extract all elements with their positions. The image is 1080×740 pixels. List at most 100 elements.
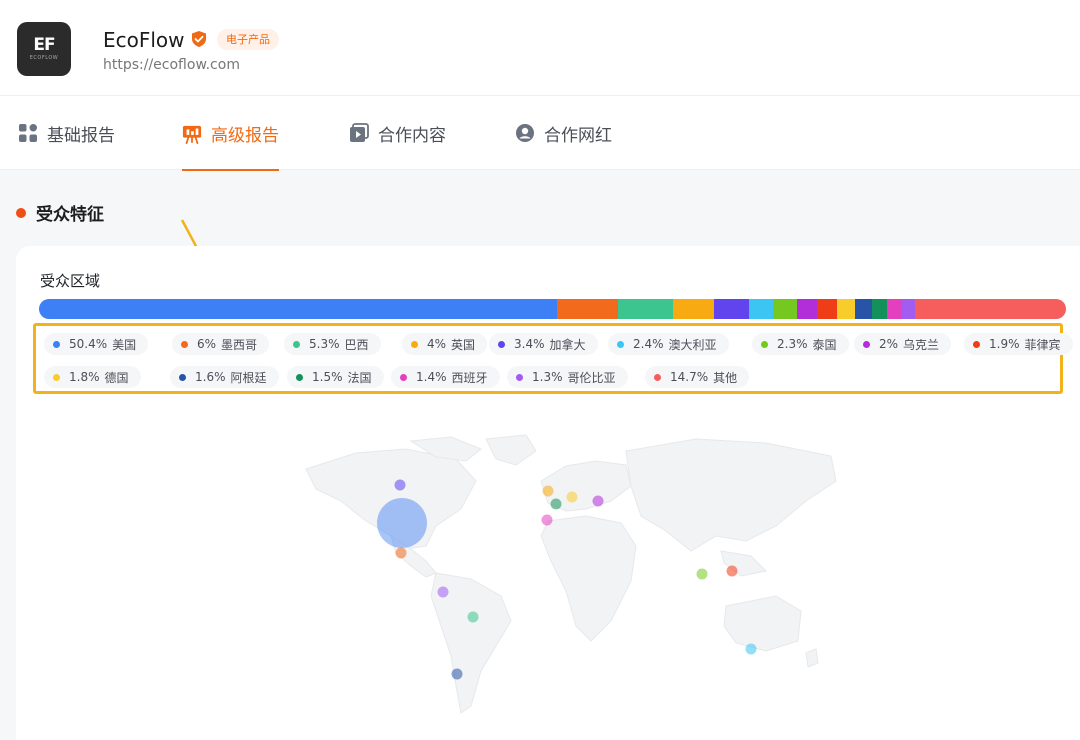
legend-percent: 1.6%: [195, 370, 226, 384]
legend-chip[interactable]: 5.3% 巴西: [284, 333, 381, 355]
map-bubble[interactable]: [377, 498, 427, 548]
legend-percent: 2%: [879, 337, 899, 351]
legend-percent: 1.9%: [989, 337, 1020, 351]
legend-percent: 1.3%: [532, 370, 563, 384]
legend-color-dot: [761, 340, 768, 348]
legend-country: 英国: [451, 337, 476, 352]
bar-segment[interactable]: [855, 299, 872, 319]
legend-country: 巴西: [344, 337, 369, 352]
bar-segment[interactable]: [618, 299, 673, 319]
legend-country: 德国: [104, 370, 129, 385]
tab-collab-content[interactable]: 合作内容: [349, 96, 446, 170]
bar-segment[interactable]: [556, 299, 619, 319]
verified-badge-icon: [192, 31, 206, 47]
legend-color-dot: [53, 340, 60, 348]
map-bubble[interactable]: [745, 643, 757, 655]
legend-chip[interactable]: 1.5% 法国: [287, 366, 384, 388]
legend-highlight-box: 50.4% 美国 6% 墨西哥 5.3% 巴西 4% 英国 3.4% 加拿大 2.4% 澳大利亚 2.3…: [33, 323, 1073, 394]
section-title: 受众特征: [16, 200, 104, 225]
category-tag: 电子产品: [217, 29, 279, 50]
legend-color-dot: [53, 373, 60, 381]
legend-chip[interactable]: 2.4% 澳大利亚: [608, 333, 729, 355]
bar-segment[interactable]: [871, 299, 888, 319]
brand-url[interactable]: https://ecoflow.com: [103, 57, 240, 73]
legend-color-dot: [516, 373, 523, 381]
bar-segment[interactable]: [796, 299, 818, 319]
legend-percent: 2.3%: [777, 337, 808, 351]
legend-country: 菲律宾: [1024, 337, 1061, 352]
bar-segment[interactable]: [713, 299, 749, 319]
video-icon: [349, 123, 369, 143]
map-bubble[interactable]: [542, 485, 554, 497]
legend-chip[interactable]: 4% 英国: [402, 333, 488, 355]
legend-country: 美国: [112, 337, 137, 352]
legend-country: 阿根廷: [230, 370, 267, 385]
legend-chip[interactable]: 50.4% 美国: [44, 333, 149, 355]
bar-segment[interactable]: [887, 299, 902, 319]
report-tabs: 基础报告 高级报告 合作内容 合作网红: [0, 95, 1080, 171]
legend-percent: 1.5%: [312, 370, 343, 384]
legend-country: 墨西哥: [221, 337, 258, 352]
tab-label: 基础报告: [47, 125, 115, 146]
legend-country: 其他: [713, 370, 738, 385]
tab-advanced-report[interactable]: 高级报告: [182, 96, 279, 171]
legend-country: 法国: [347, 370, 372, 385]
map-bubble[interactable]: [437, 586, 449, 598]
world-map: [305, 434, 837, 714]
legend-chip[interactable]: 1.3% 哥伦比亚: [507, 366, 628, 388]
logo-mark: EF: [33, 35, 55, 55]
bar-segment[interactable]: [836, 299, 856, 319]
legend-percent: 1.4%: [416, 370, 447, 384]
bar-segment[interactable]: [773, 299, 797, 319]
legend-percent: 6%: [197, 337, 217, 351]
legend-chip[interactable]: 3.4% 加拿大: [489, 333, 598, 355]
legend-country: 乌克兰: [903, 337, 940, 352]
presentation-icon: [182, 123, 202, 144]
map-bubble[interactable]: [395, 547, 407, 559]
tab-label: 合作内容: [378, 125, 446, 146]
legend-color-dot: [400, 373, 407, 381]
map-bubble[interactable]: [550, 498, 562, 510]
brand-header: EF ECOFLOW EcoFlow 电子产品 https://ecoflow.…: [0, 0, 1080, 95]
legend-color-dot: [181, 340, 188, 348]
legend-percent: 3.4%: [514, 337, 545, 351]
map-bubble[interactable]: [467, 611, 479, 623]
legend-color-dot: [973, 340, 980, 348]
bar-segment[interactable]: [748, 299, 774, 319]
map-bubble[interactable]: [394, 479, 406, 491]
legend-chip[interactable]: 1.8% 德国: [44, 366, 141, 388]
tab-collab-influencers[interactable]: 合作网红: [515, 96, 612, 170]
legend-chip[interactable]: 1.9% 菲律宾: [964, 333, 1073, 355]
legend-country: 澳大利亚: [668, 337, 717, 352]
map-bubble[interactable]: [592, 495, 604, 507]
legend-color-dot: [293, 340, 300, 348]
map-bubble[interactable]: [541, 514, 553, 526]
audience-stacked-bar: [39, 299, 1066, 319]
map-bubble[interactable]: [696, 568, 708, 580]
tab-basic-report[interactable]: 基础报告: [18, 96, 115, 170]
legend-chip[interactable]: 2% 乌克兰: [854, 333, 952, 355]
legend-color-dot: [411, 340, 418, 348]
legend-chip[interactable]: 2.3% 泰国: [752, 333, 849, 355]
legend-chip[interactable]: 14.7% 其他: [645, 366, 750, 388]
bar-segment[interactable]: [914, 299, 1066, 319]
legend-color-dot: [179, 373, 186, 381]
bar-segment[interactable]: [901, 299, 915, 319]
section-title-text: 受众特征: [36, 205, 104, 225]
legend-percent: 50.4%: [69, 337, 108, 351]
legend-chip[interactable]: 1.4% 西班牙: [391, 366, 500, 388]
legend-country: 哥伦比亚: [567, 370, 616, 385]
legend-color-dot: [863, 340, 870, 348]
map-bubble[interactable]: [566, 491, 578, 503]
legend-chip[interactable]: 1.6% 阿根廷: [170, 366, 279, 388]
bar-segment[interactable]: [672, 299, 714, 319]
legend-country: 加拿大: [549, 337, 586, 352]
bar-segment[interactable]: [39, 299, 557, 319]
legend-color-dot: [617, 340, 624, 348]
bar-segment[interactable]: [817, 299, 837, 319]
legend-country: 泰国: [812, 337, 837, 352]
legend-chip[interactable]: 6% 墨西哥: [172, 333, 270, 355]
map-bubble[interactable]: [451, 668, 463, 680]
map-bubble[interactable]: [726, 565, 738, 577]
legend-color-dot: [654, 373, 661, 381]
